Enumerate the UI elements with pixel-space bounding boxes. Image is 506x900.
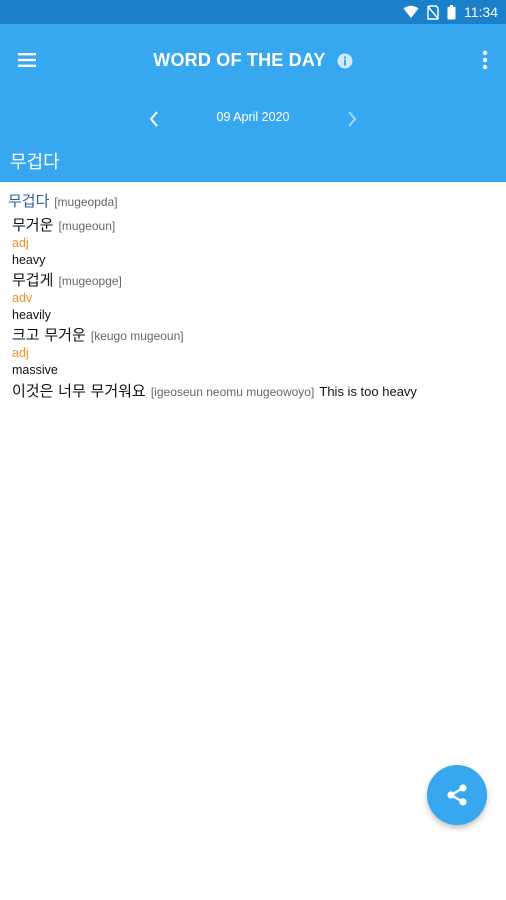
entry-headword-row: 무겁다 [mugeopda] — [8, 190, 118, 211]
no-sim-icon — [427, 4, 439, 20]
part-of-speech: adj — [12, 236, 29, 250]
chevron-right-icon — [348, 111, 357, 127]
headword-romanization: [mugeopda] — [54, 195, 118, 209]
example-sentence: 이것은 너무 무거워요 [igeoseun neomu mugeowoyo] T… — [12, 380, 417, 401]
form-romanization: [mugeoun] — [58, 219, 116, 233]
next-day-button[interactable] — [340, 106, 364, 132]
title-row: WORD OF THE DAY — [0, 50, 506, 74]
app-bar: WORD OF THE DAY 09 April 2020 무겁다 — [0, 24, 506, 182]
more-vert-icon — [482, 50, 488, 70]
share-icon — [447, 784, 467, 806]
status-icons: 11:34 — [403, 0, 498, 24]
word-title: 무겁다 — [10, 152, 60, 173]
form-row: 무거운 [mugeoun] — [12, 214, 115, 235]
form-row: 무겁게 [mugeopge] — [12, 269, 122, 290]
form-romanization: [mugeopge] — [58, 274, 122, 288]
date-navigation: 09 April 2020 — [0, 104, 506, 134]
info-icon[interactable] — [337, 53, 353, 69]
status-time: 11:34 — [464, 4, 498, 20]
form-row: 크고 무거운 [keugo mugeoun] — [12, 324, 184, 345]
form-korean: 무거운 — [12, 216, 54, 234]
example-romanization: [igeoseun neomu mugeowoyo] — [150, 385, 315, 399]
form-korean: 무겁게 — [12, 271, 54, 289]
headword: 무겁다 — [8, 192, 50, 210]
example-translation: This is too heavy — [319, 384, 417, 399]
gloss: heavy — [12, 253, 46, 267]
status-bar: 11:34 — [0, 0, 506, 24]
example-korean: 이것은 너무 무거워요 — [12, 382, 146, 400]
wifi-icon — [403, 5, 419, 18]
page-title: WORD OF THE DAY — [153, 50, 326, 70]
battery-icon — [447, 4, 456, 19]
share-button[interactable] — [427, 765, 487, 825]
date-label: 09 April 2020 — [216, 110, 290, 124]
gloss: massive — [12, 363, 58, 377]
form-korean: 크고 무거운 — [12, 326, 86, 344]
form-romanization: [keugo mugeoun] — [90, 329, 184, 343]
gloss: heavily — [12, 308, 51, 322]
part-of-speech: adv — [12, 291, 33, 305]
more-options-button[interactable] — [472, 46, 498, 74]
part-of-speech: adj — [12, 346, 29, 360]
